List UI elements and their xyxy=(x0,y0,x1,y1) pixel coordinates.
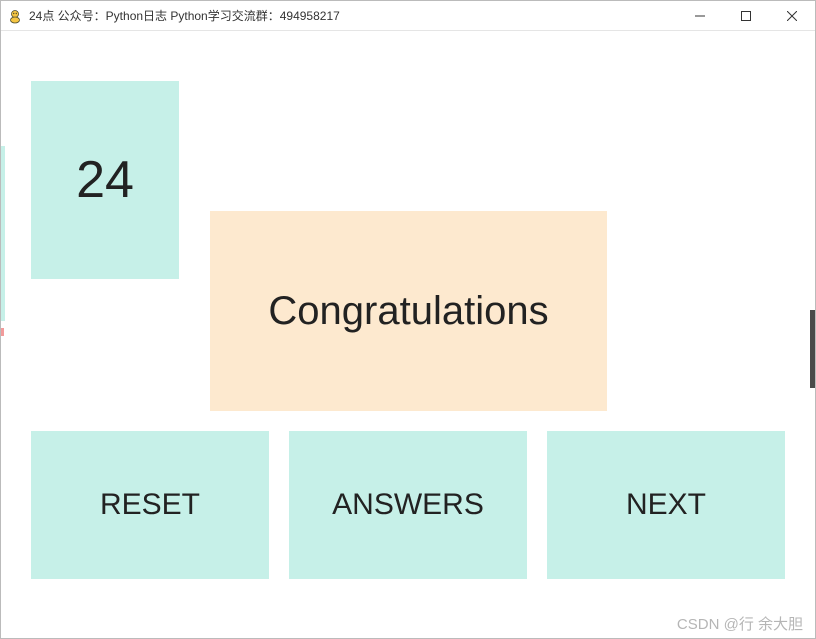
reset-label: RESET xyxy=(100,488,200,522)
watermark: CSDN @行 余大胆 xyxy=(677,613,803,634)
next-label: NEXT xyxy=(626,488,706,522)
app-icon xyxy=(7,8,23,24)
close-button[interactable] xyxy=(769,1,815,30)
decoration xyxy=(1,328,4,336)
message-panel: Congratulations xyxy=(210,211,607,411)
window-controls xyxy=(677,1,815,30)
result-value: 24 xyxy=(76,150,134,210)
answers-label: ANSWERS xyxy=(332,488,484,522)
result-card: 24 xyxy=(31,81,179,279)
app-window: 24点 公众号：Python日志 Python学习交流群：494958217 2… xyxy=(0,0,816,639)
titlebar: 24点 公众号：Python日志 Python学习交流群：494958217 xyxy=(1,1,815,31)
decoration xyxy=(810,310,815,388)
answers-button[interactable]: ANSWERS xyxy=(289,431,527,579)
minimize-button[interactable] xyxy=(677,1,723,30)
reset-button[interactable]: RESET xyxy=(31,431,269,579)
game-area: 24 Congratulations RESET ANSWERS NEXT CS… xyxy=(1,31,815,638)
maximize-button[interactable] xyxy=(723,1,769,30)
window-title: 24点 公众号：Python日志 Python学习交流群：494958217 xyxy=(29,7,677,24)
decoration xyxy=(1,146,5,321)
next-button[interactable]: NEXT xyxy=(547,431,785,579)
message-text: Congratulations xyxy=(268,289,548,334)
